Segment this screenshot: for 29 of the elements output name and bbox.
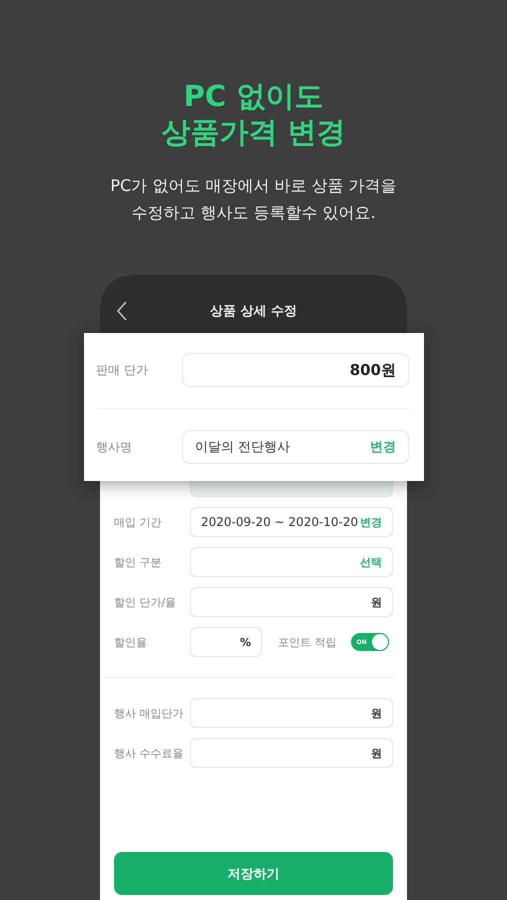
value-text: 이달의 전단행사	[195, 439, 290, 456]
input-field[interactable]: 원	[190, 698, 393, 728]
headline-text: PC 없이도	[182, 78, 324, 114]
screen-title: 상품 상세 수정	[210, 303, 298, 320]
value-text: 800원	[350, 360, 396, 380]
input-field[interactable]: 2020-09-20 ~ 2020-10-20 변경	[190, 507, 393, 537]
field-label: 할인율	[114, 634, 148, 650]
input-field[interactable]: 800원	[182, 353, 409, 387]
value-text: 2020-09-20 ~ 2020-10-20	[201, 515, 358, 529]
unit-text: 원	[371, 594, 382, 610]
field-label: 매입 기간	[114, 514, 162, 530]
field-label: 행사 수수료율	[114, 746, 184, 760]
toggle-label: 포인트 적립	[278, 634, 336, 650]
headline-text: 상품가격 변경	[161, 114, 346, 150]
field-label: 판매 단가	[96, 362, 149, 378]
field-label: 할인 단가/율	[114, 594, 178, 610]
input-field[interactable]: 이달의 전단행사 변경	[182, 430, 409, 464]
input-field[interactable]: 원	[190, 738, 393, 768]
unit-text: 원	[371, 746, 382, 760]
field-label: 행사 매입단가	[114, 706, 184, 720]
field-label: 행사명	[96, 438, 133, 456]
back-icon[interactable]	[116, 301, 128, 321]
input-field[interactable]: %	[190, 627, 262, 657]
input-field[interactable]: 원	[190, 587, 393, 617]
subtitle-text: 수정하고 행사도 등록할수 있어요.	[130, 202, 377, 224]
subtitle-text: PC가 없어도 매장에서 바로 상품 가격을	[110, 175, 397, 197]
unit-text: 원	[371, 706, 382, 720]
unit-text: %	[240, 636, 251, 648]
field-label: 할인 구분	[114, 554, 162, 570]
